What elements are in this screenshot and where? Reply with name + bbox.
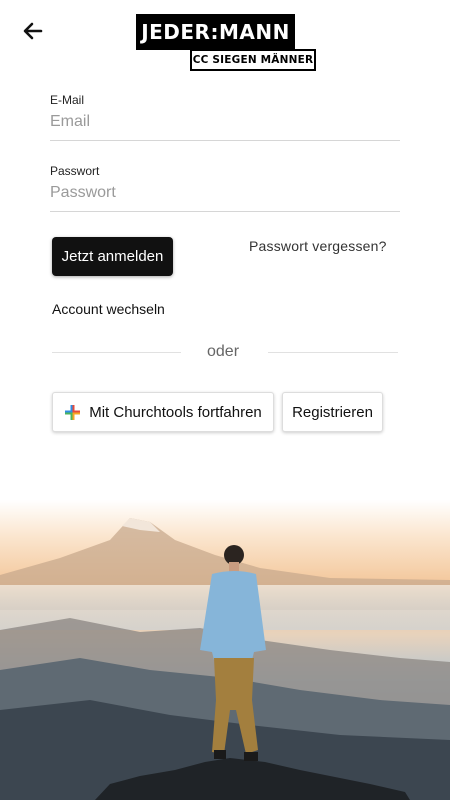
email-field-group: E-Mail [50,93,400,141]
hero-mountain-image [0,500,450,800]
password-input[interactable] [50,178,400,212]
logo-main-text: JEDER:MANN [136,14,295,50]
email-label: E-Mail [50,93,85,107]
churchtools-cross-icon [65,404,81,420]
password-field-group: Passwort [50,164,400,212]
forgot-password-link[interactable]: Passwort vergessen? [249,238,387,254]
email-input[interactable] [50,107,400,141]
divider-right [268,352,398,353]
churchtools-login-button[interactable]: Mit Churchtools fortfahren [52,392,274,432]
divider-label: oder [207,343,240,360]
register-button[interactable]: Registrieren [282,392,383,432]
back-button[interactable] [20,18,46,44]
switch-account-link[interactable]: Account wechseln [52,301,165,317]
churchtools-button-label: Mit Churchtools fortfahren [89,403,262,421]
password-label: Passwort [50,164,100,178]
app-logo: JEDER:MANN CC SIEGEN MÄNNER [136,14,316,72]
login-button[interactable]: Jetzt anmelden [52,237,173,276]
arrow-left-icon [23,22,43,40]
divider-left [52,352,181,353]
logo-sub-text: CC SIEGEN MÄNNER [190,49,316,71]
